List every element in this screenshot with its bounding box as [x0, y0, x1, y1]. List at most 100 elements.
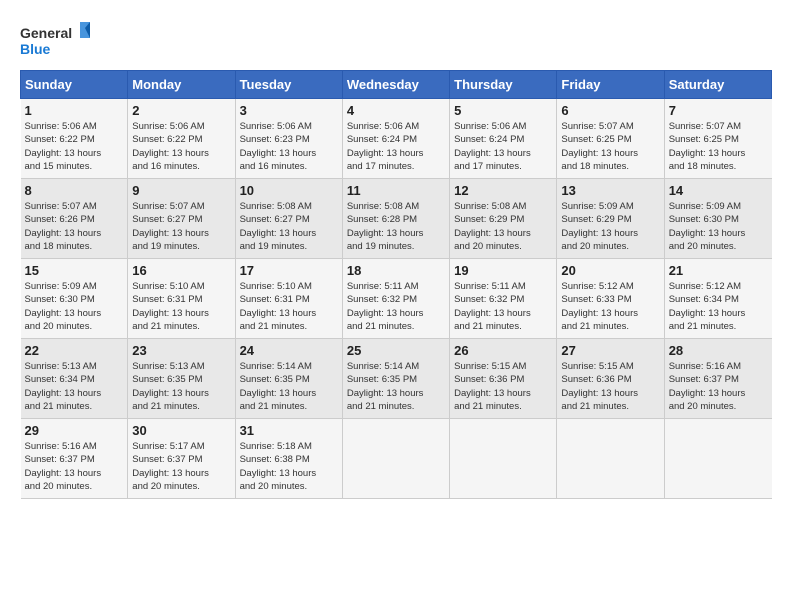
day-info: Sunrise: 5:06 AM Sunset: 6:22 PM Dayligh… — [132, 120, 230, 173]
svg-text:Blue: Blue — [20, 41, 51, 57]
day-info: Sunrise: 5:09 AM Sunset: 6:30 PM Dayligh… — [669, 200, 768, 253]
calendar-cell: 21 Sunrise: 5:12 AM Sunset: 6:34 PM Dayli… — [664, 259, 771, 339]
day-number: 27 — [561, 343, 659, 358]
calendar-cell: 5 Sunrise: 5:06 AM Sunset: 6:24 PM Daylig… — [450, 99, 557, 179]
day-number: 5 — [454, 103, 552, 118]
day-info: Sunrise: 5:07 AM Sunset: 6:25 PM Dayligh… — [561, 120, 659, 173]
weekday-header: Tuesday — [235, 71, 342, 99]
weekday-header: Monday — [128, 71, 235, 99]
calendar-cell: 10 Sunrise: 5:08 AM Sunset: 6:27 PM Dayli… — [235, 179, 342, 259]
calendar-week-row: 22 Sunrise: 5:13 AM Sunset: 6:34 PM Dayli… — [21, 339, 772, 419]
weekday-header: Saturday — [664, 71, 771, 99]
day-info: Sunrise: 5:07 AM Sunset: 6:26 PM Dayligh… — [25, 200, 124, 253]
day-info: Sunrise: 5:07 AM Sunset: 6:27 PM Dayligh… — [132, 200, 230, 253]
day-number: 18 — [347, 263, 445, 278]
day-info: Sunrise: 5:10 AM Sunset: 6:31 PM Dayligh… — [132, 280, 230, 333]
calendar-cell: 8 Sunrise: 5:07 AM Sunset: 6:26 PM Daylig… — [21, 179, 128, 259]
day-number: 25 — [347, 343, 445, 358]
day-number: 11 — [347, 183, 445, 198]
day-number: 8 — [25, 183, 124, 198]
calendar-cell: 14 Sunrise: 5:09 AM Sunset: 6:30 PM Dayli… — [664, 179, 771, 259]
day-info: Sunrise: 5:06 AM Sunset: 6:23 PM Dayligh… — [240, 120, 338, 173]
calendar-cell: 19 Sunrise: 5:11 AM Sunset: 6:32 PM Dayli… — [450, 259, 557, 339]
day-info: Sunrise: 5:13 AM Sunset: 6:35 PM Dayligh… — [132, 360, 230, 413]
weekday-header-row: SundayMondayTuesdayWednesdayThursdayFrid… — [21, 71, 772, 99]
day-info: Sunrise: 5:09 AM Sunset: 6:30 PM Dayligh… — [25, 280, 124, 333]
day-number: 21 — [669, 263, 768, 278]
day-number: 28 — [669, 343, 768, 358]
day-info: Sunrise: 5:06 AM Sunset: 6:24 PM Dayligh… — [454, 120, 552, 173]
day-info: Sunrise: 5:08 AM Sunset: 6:27 PM Dayligh… — [240, 200, 338, 253]
day-info: Sunrise: 5:10 AM Sunset: 6:31 PM Dayligh… — [240, 280, 338, 333]
calendar-cell: 22 Sunrise: 5:13 AM Sunset: 6:34 PM Dayli… — [21, 339, 128, 419]
calendar-cell: 29 Sunrise: 5:16 AM Sunset: 6:37 PM Dayli… — [21, 419, 128, 499]
calendar-cell — [664, 419, 771, 499]
calendar-cell: 7 Sunrise: 5:07 AM Sunset: 6:25 PM Daylig… — [664, 99, 771, 179]
calendar-cell: 4 Sunrise: 5:06 AM Sunset: 6:24 PM Daylig… — [342, 99, 449, 179]
day-number: 23 — [132, 343, 230, 358]
calendar-week-row: 1 Sunrise: 5:06 AM Sunset: 6:22 PM Daylig… — [21, 99, 772, 179]
day-number: 22 — [25, 343, 124, 358]
day-number: 16 — [132, 263, 230, 278]
calendar-cell: 28 Sunrise: 5:16 AM Sunset: 6:37 PM Dayli… — [664, 339, 771, 419]
day-info: Sunrise: 5:14 AM Sunset: 6:35 PM Dayligh… — [347, 360, 445, 413]
day-info: Sunrise: 5:06 AM Sunset: 6:24 PM Dayligh… — [347, 120, 445, 173]
day-number: 29 — [25, 423, 124, 438]
day-number: 19 — [454, 263, 552, 278]
day-number: 3 — [240, 103, 338, 118]
day-info: Sunrise: 5:14 AM Sunset: 6:35 PM Dayligh… — [240, 360, 338, 413]
day-number: 6 — [561, 103, 659, 118]
day-info: Sunrise: 5:13 AM Sunset: 6:34 PM Dayligh… — [25, 360, 124, 413]
svg-text:General: General — [20, 25, 72, 41]
weekday-header: Thursday — [450, 71, 557, 99]
calendar-cell: 26 Sunrise: 5:15 AM Sunset: 6:36 PM Dayli… — [450, 339, 557, 419]
weekday-header: Friday — [557, 71, 664, 99]
calendar-cell: 31 Sunrise: 5:18 AM Sunset: 6:38 PM Dayli… — [235, 419, 342, 499]
calendar-cell — [450, 419, 557, 499]
calendar-cell: 13Sunrise: 5:09 AM Sunset: 6:29 PM Dayli… — [557, 179, 664, 259]
day-info: Sunrise: 5:12 AM Sunset: 6:34 PM Dayligh… — [669, 280, 768, 333]
calendar-cell: 12Sunrise: 5:08 AM Sunset: 6:29 PM Dayli… — [450, 179, 557, 259]
day-number: 24 — [240, 343, 338, 358]
calendar-cell: 6 Sunrise: 5:07 AM Sunset: 6:25 PM Daylig… — [557, 99, 664, 179]
logo: General Blue — [20, 20, 90, 60]
day-info: Sunrise: 5:08 AM Sunset: 6:29 PM Dayligh… — [454, 200, 552, 253]
day-number: 17 — [240, 263, 338, 278]
calendar-cell: 27 Sunrise: 5:15 AM Sunset: 6:36 PM Dayli… — [557, 339, 664, 419]
day-info: Sunrise: 5:08 AM Sunset: 6:28 PM Dayligh… — [347, 200, 445, 253]
logo-svg: General Blue — [20, 20, 90, 60]
day-number: 14 — [669, 183, 768, 198]
calendar-cell: 3 Sunrise: 5:06 AM Sunset: 6:23 PM Daylig… — [235, 99, 342, 179]
day-info: Sunrise: 5:15 AM Sunset: 6:36 PM Dayligh… — [454, 360, 552, 413]
day-info: Sunrise: 5:07 AM Sunset: 6:25 PM Dayligh… — [669, 120, 768, 173]
calendar-cell: 1 Sunrise: 5:06 AM Sunset: 6:22 PM Daylig… — [21, 99, 128, 179]
day-info: Sunrise: 5:16 AM Sunset: 6:37 PM Dayligh… — [25, 440, 124, 493]
page-header: General Blue — [20, 20, 772, 60]
day-number: 2 — [132, 103, 230, 118]
day-number: 31 — [240, 423, 338, 438]
day-info: Sunrise: 5:11 AM Sunset: 6:32 PM Dayligh… — [347, 280, 445, 333]
calendar-week-row: 29 Sunrise: 5:16 AM Sunset: 6:37 PM Dayli… — [21, 419, 772, 499]
day-info: Sunrise: 5:18 AM Sunset: 6:38 PM Dayligh… — [240, 440, 338, 493]
day-info: Sunrise: 5:09 AM Sunset: 6:29 PM Dayligh… — [561, 200, 659, 253]
calendar-cell: 17 Sunrise: 5:10 AM Sunset: 6:31 PM Dayli… — [235, 259, 342, 339]
calendar-cell: 2 Sunrise: 5:06 AM Sunset: 6:22 PM Daylig… — [128, 99, 235, 179]
calendar-cell: 20Sunrise: 5:12 AM Sunset: 6:33 PM Dayli… — [557, 259, 664, 339]
day-number: 30 — [132, 423, 230, 438]
calendar-cell: 15Sunrise: 5:09 AM Sunset: 6:30 PM Dayli… — [21, 259, 128, 339]
calendar-week-row: 8 Sunrise: 5:07 AM Sunset: 6:26 PM Daylig… — [21, 179, 772, 259]
calendar-cell: 24 Sunrise: 5:14 AM Sunset: 6:35 PM Dayli… — [235, 339, 342, 419]
day-number: 10 — [240, 183, 338, 198]
day-info: Sunrise: 5:11 AM Sunset: 6:32 PM Dayligh… — [454, 280, 552, 333]
day-info: Sunrise: 5:16 AM Sunset: 6:37 PM Dayligh… — [669, 360, 768, 413]
weekday-header: Sunday — [21, 71, 128, 99]
day-info: Sunrise: 5:06 AM Sunset: 6:22 PM Dayligh… — [25, 120, 124, 173]
calendar-cell: 11 Sunrise: 5:08 AM Sunset: 6:28 PM Dayli… — [342, 179, 449, 259]
day-number: 26 — [454, 343, 552, 358]
calendar-table: SundayMondayTuesdayWednesdayThursdayFrid… — [20, 70, 772, 499]
day-number: 1 — [25, 103, 124, 118]
day-info: Sunrise: 5:15 AM Sunset: 6:36 PM Dayligh… — [561, 360, 659, 413]
day-number: 4 — [347, 103, 445, 118]
day-number: 20 — [561, 263, 659, 278]
day-number: 7 — [669, 103, 768, 118]
